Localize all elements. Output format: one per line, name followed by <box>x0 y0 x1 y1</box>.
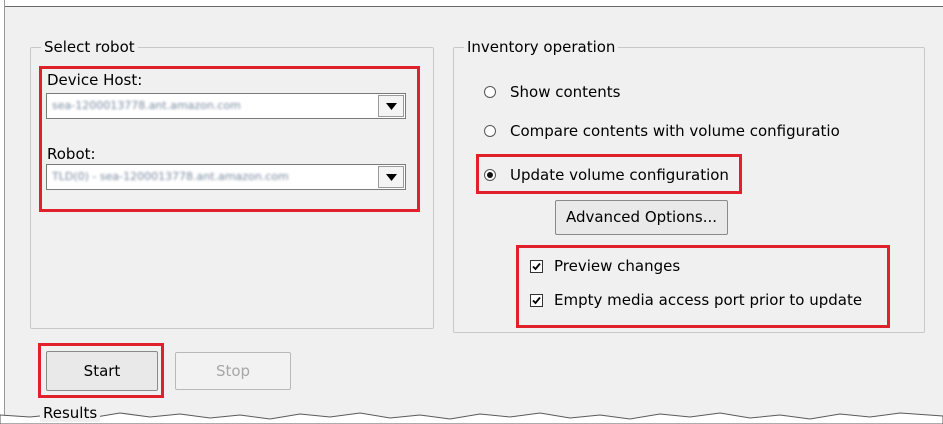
radio-button[interactable] <box>484 125 496 137</box>
inventory-operation-title: Inventory operation <box>464 38 619 56</box>
radio-label: Show contents <box>510 83 621 101</box>
highlight-start-button <box>38 343 164 398</box>
advanced-options-button[interactable]: Advanced Options... <box>555 200 728 235</box>
radio-label: Compare contents with volume configurati… <box>510 122 840 140</box>
radio-button[interactable] <box>484 86 496 98</box>
highlight-checkboxes <box>516 245 890 328</box>
window-top-edge <box>0 0 943 7</box>
highlight-update-option <box>476 154 742 194</box>
highlight-robot-fields <box>39 66 420 212</box>
results-label: Results <box>40 404 101 422</box>
stop-button: Stop <box>175 352 291 390</box>
select-robot-title: Select robot <box>41 38 138 56</box>
window-left-edge <box>0 0 5 424</box>
torn-edge <box>0 412 943 424</box>
